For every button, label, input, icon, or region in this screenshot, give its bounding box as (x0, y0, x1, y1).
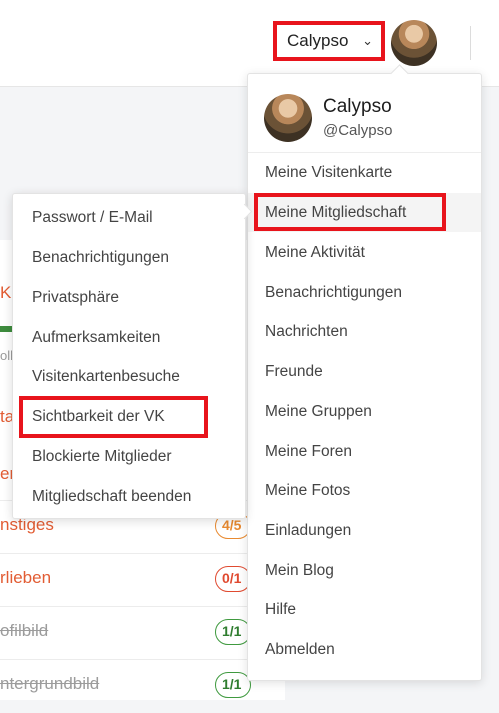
list-item[interactable]: rlieben 0/1 (0, 553, 285, 607)
submenu-item-visitenkartenbesuche[interactable]: Visitenkartenbesuche (13, 357, 245, 397)
menu-item-freunde[interactable]: Freunde (248, 352, 481, 391)
profile-dropdown-menu: Calypso @Calypso Meine Visitenkarte Mein… (247, 64, 482, 681)
list-item[interactable]: ofilbild 1/1 (0, 606, 285, 660)
list-item[interactable]: ntergrundbild 1/1 (0, 659, 285, 713)
menu-item-einladungen[interactable]: Einladungen (248, 511, 481, 550)
menu-item-hilfe[interactable]: Hilfe (248, 590, 481, 629)
menu-item-meine-fotos[interactable]: Meine Fotos (248, 471, 481, 510)
menu-item-meine-mitgliedschaft[interactable]: Meine Mitgliedschaft (248, 193, 481, 232)
menu-item-meine-foren[interactable]: Meine Foren (248, 432, 481, 471)
user-select-value: Calypso (287, 31, 349, 50)
submenu-item-privatsphaere[interactable]: Privatsphäre (13, 278, 245, 318)
membership-submenu: Passwort / E-Mail Benachrichtigungen Pri… (12, 193, 253, 519)
background-tab-fragment: K (0, 283, 12, 302)
status-badge: 0/1 (215, 566, 251, 592)
divider (470, 26, 471, 60)
user-select-dropdown[interactable]: Calypso ⌄ (273, 21, 385, 61)
list-item-label: ofilbild (0, 621, 49, 640)
list-item-label: ntergrundbild (0, 674, 100, 693)
menu-item-meine-visitenkarte[interactable]: Meine Visitenkarte (248, 153, 481, 192)
status-badge: 1/1 (215, 672, 251, 698)
submenu-item-blockierte-mitglieder[interactable]: Blockierte Mitglieder (13, 437, 245, 477)
profile-handle: @Calypso (323, 122, 393, 139)
profile-header: Calypso @Calypso (248, 74, 481, 153)
submenu-item-benachrichtigungen[interactable]: Benachrichtigungen (13, 238, 245, 278)
menu-item-nachrichten[interactable]: Nachrichten (248, 312, 481, 351)
list-item-label: rlieben (0, 568, 52, 587)
submenu-item-sichtbarkeit-der-vk[interactable]: Sichtbarkeit der VK (13, 397, 245, 437)
avatar (264, 94, 312, 142)
chevron-down-icon: ⌄ (362, 33, 373, 48)
menu-item-abmelden[interactable]: Abmelden (248, 630, 481, 669)
status-badge: 1/1 (215, 619, 251, 645)
menu-item-mein-blog[interactable]: Mein Blog (248, 551, 481, 590)
profile-name: Calypso (323, 96, 392, 117)
menu-item-meine-aktivitaet[interactable]: Meine Aktivität (248, 233, 481, 272)
menu-item-meine-gruppen[interactable]: Meine Gruppen (248, 392, 481, 431)
submenu-item-mitgliedschaft-beenden[interactable]: Mitgliedschaft beenden (13, 477, 245, 517)
submenu-item-passwort-email[interactable]: Passwort / E-Mail (13, 198, 245, 238)
menu-item-benachrichtigungen[interactable]: Benachrichtigungen (248, 273, 481, 312)
submenu-item-aufmerksamkeiten[interactable]: Aufmerksamkeiten (13, 318, 245, 358)
user-avatar-icon[interactable] (391, 20, 437, 66)
